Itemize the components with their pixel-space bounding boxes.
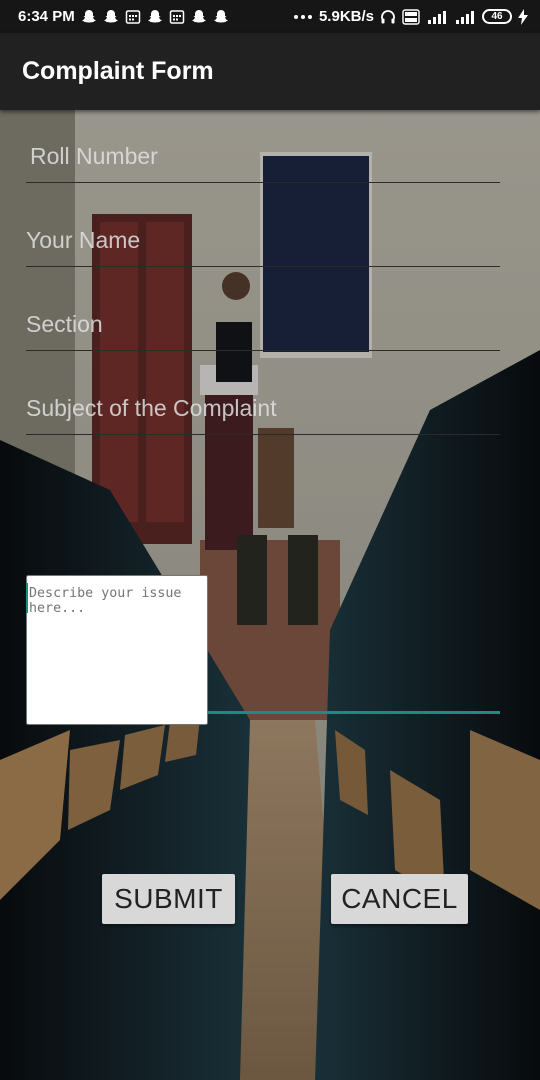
battery-icon: 46 bbox=[482, 9, 512, 24]
network-speed: 5.9KB/s bbox=[318, 8, 374, 25]
name-input[interactable] bbox=[26, 227, 500, 254]
calendar-icon bbox=[125, 9, 141, 25]
more-icon bbox=[293, 14, 313, 20]
form-container: SUBMIT CANCEL bbox=[0, 110, 540, 1080]
roll-number-field[interactable] bbox=[26, 143, 504, 183]
status-time: 6:34 PM bbox=[18, 8, 75, 25]
app-bar: Complaint Form bbox=[0, 33, 540, 110]
status-bar: 6:34 PM 5.9KB/s 46 bbox=[0, 0, 540, 33]
cancel-button[interactable]: CANCEL bbox=[331, 874, 468, 924]
volte-icon bbox=[402, 8, 420, 25]
roll-number-input[interactable] bbox=[26, 143, 504, 170]
snapchat-icon bbox=[81, 9, 97, 25]
signal-4g-icon bbox=[426, 9, 448, 25]
battery-level: 46 bbox=[491, 11, 503, 22]
section-input[interactable] bbox=[26, 311, 500, 338]
submit-button[interactable]: SUBMIT bbox=[102, 874, 235, 924]
page-title: Complaint Form bbox=[22, 57, 214, 85]
headphones-icon bbox=[380, 9, 396, 25]
text-cursor bbox=[26, 583, 28, 613]
snapchat-icon bbox=[191, 9, 207, 25]
calendar-icon bbox=[169, 9, 185, 25]
charging-icon bbox=[518, 8, 528, 25]
name-field[interactable] bbox=[26, 227, 500, 267]
snapchat-icon bbox=[103, 9, 119, 25]
subject-input[interactable] bbox=[26, 395, 500, 422]
snapchat-icon bbox=[147, 9, 163, 25]
section-field[interactable] bbox=[26, 311, 500, 351]
snapchat-icon bbox=[213, 9, 229, 25]
subject-field[interactable] bbox=[26, 395, 500, 435]
issue-field[interactable] bbox=[26, 575, 500, 725]
signal-icon bbox=[454, 9, 476, 25]
issue-textarea[interactable] bbox=[26, 575, 208, 725]
